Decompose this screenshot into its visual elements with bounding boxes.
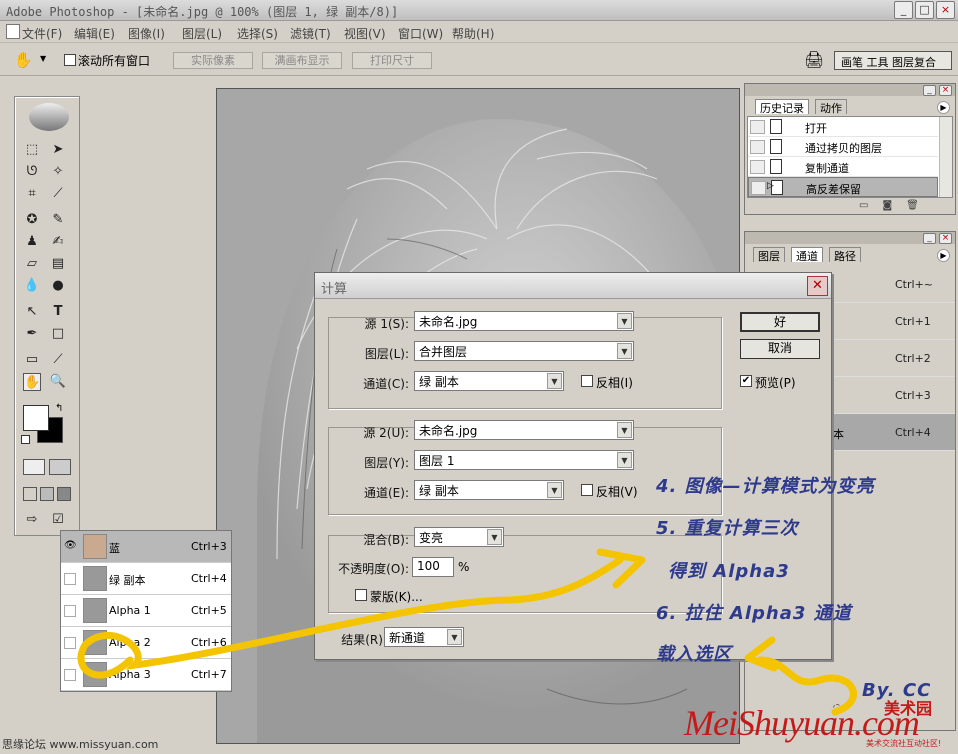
note-step5: 5. 重复计算三次 [656, 518, 799, 539]
annotation-arrows [77, 548, 857, 716]
note-step6: 6. 拉住 Alpha3 通道 [656, 603, 852, 624]
watermark-sub: 美术交流社互动社区! [866, 739, 942, 748]
yellow-arrowhead-right [744, 636, 778, 672]
watermark-brand: 美术园 [884, 699, 933, 718]
note-step6b: 载入选区 [656, 644, 732, 665]
yellow-arrow-left [77, 556, 624, 679]
note-step4: 4. 图像—计算模式为变亮 [656, 476, 875, 497]
note-step5b: 得到 Alpha3 [668, 561, 790, 582]
watermark-left: 思缘论坛 www.missyuan.com [2, 738, 159, 751]
